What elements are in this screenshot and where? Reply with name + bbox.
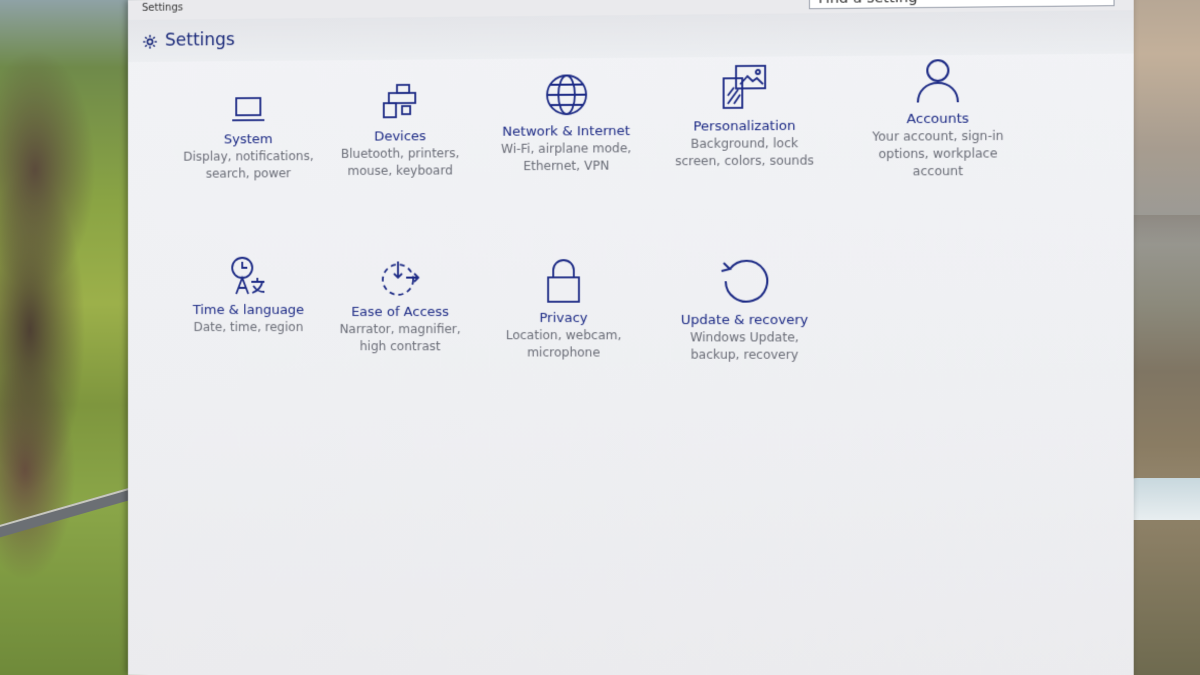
settings-header: Settings: [128, 10, 1134, 62]
tile-description: microphone: [487, 344, 641, 361]
tile-label: Ease of Access: [324, 304, 476, 321]
lock-icon: [487, 257, 641, 304]
tile-description: Display, notifications,: [178, 148, 319, 166]
tile-label: System: [178, 131, 319, 149]
tile-label: Time & language: [178, 302, 319, 319]
tile-privacy[interactable]: Privacy Location, webcam, microphone: [487, 257, 641, 362]
time-language-icon: [178, 256, 319, 296]
tile-description: Date, time, region: [178, 319, 319, 336]
tile-label: Accounts: [849, 110, 1028, 129]
tile-description: high contrast: [324, 338, 476, 355]
tile-description: Ethernet, VPN: [487, 157, 646, 175]
tile-description: options, workplace: [849, 145, 1028, 163]
screen-photo: Settings Settings Find a setting System …: [0, 0, 1200, 675]
tile-network-internet[interactable]: Network & Internet Wi-Fi, airplane mode,…: [487, 72, 646, 175]
tile-label: Privacy: [487, 310, 641, 327]
personalization-icon: [656, 62, 833, 112]
person-icon: [849, 56, 1028, 105]
tile-update-recovery[interactable]: Update & recovery Windows Update, backup…: [656, 257, 833, 364]
tile-description: account: [849, 162, 1028, 180]
tile-label: Update & recovery: [656, 312, 833, 329]
tile-personalization[interactable]: Personalization Background, lock screen,…: [656, 62, 833, 170]
globe-icon: [487, 72, 646, 118]
tile-label: Personalization: [656, 117, 833, 135]
desktop-wallpaper-left: [0, 0, 140, 675]
laptop-icon: [178, 95, 319, 126]
tile-description: Location, webcam,: [487, 327, 641, 344]
page-title: Settings: [165, 30, 235, 51]
window-title: Settings: [142, 2, 183, 13]
tile-description: Your account, sign-in: [849, 127, 1028, 145]
settings-window: Settings Settings Find a setting System …: [128, 0, 1134, 675]
tile-description: Narrator, magnifier,: [324, 321, 476, 338]
tile-description: search, power: [178, 165, 319, 183]
tile-label: Network & Internet: [487, 123, 646, 141]
tile-description: Windows Update,: [656, 329, 833, 346]
tile-label: Devices: [329, 128, 471, 146]
tile-description: Wi-Fi, airplane mode,: [487, 140, 646, 158]
tile-system[interactable]: System Display, notifications, search, p…: [178, 95, 319, 183]
tile-time-language[interactable]: Time & language Date, time, region: [178, 256, 319, 337]
wallpaper-road: [0, 483, 149, 539]
tile-description: Background, lock: [656, 135, 833, 153]
ease-of-access-icon: [324, 257, 476, 298]
tile-description: screen, colors, sounds: [656, 152, 833, 170]
gear-icon: [142, 34, 158, 50]
tile-accounts[interactable]: Accounts Your account, sign-in options, …: [849, 56, 1028, 180]
tile-description: backup, recovery: [656, 346, 833, 364]
update-icon: [656, 257, 833, 306]
tile-devices[interactable]: Devices Bluetooth, printers, mouse, keyb…: [329, 81, 471, 180]
tile-description: Bluetooth, printers,: [329, 145, 471, 163]
tile-description: mouse, keyboard: [329, 162, 471, 180]
devices-icon: [329, 81, 471, 122]
tile-ease-of-access[interactable]: Ease of Access Narrator, magnifier, high…: [324, 257, 476, 355]
